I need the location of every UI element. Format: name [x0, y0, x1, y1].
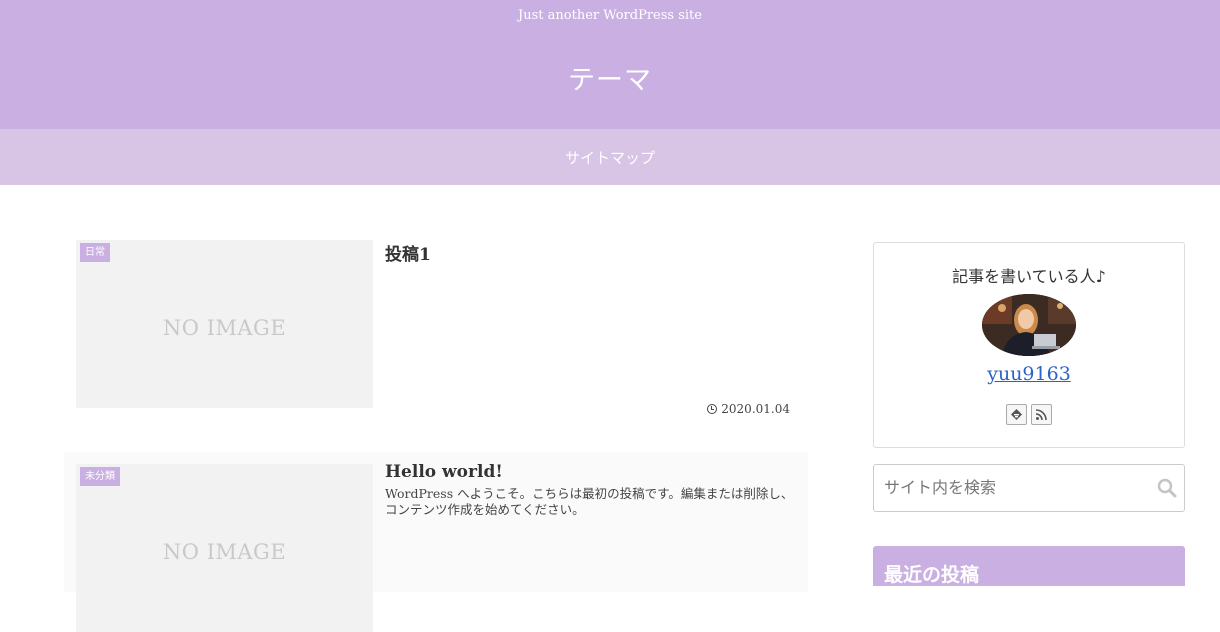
- post-excerpt: WordPress へようこそ。こちらは最初の投稿です。編集または削除し、コンテ…: [385, 486, 794, 517]
- feedly-button[interactable]: [1006, 404, 1027, 425]
- site-tagline: Just another WordPress site: [518, 8, 702, 23]
- global-nav: サイトマップ: [0, 129, 1220, 185]
- category-badge: 日常: [80, 243, 110, 262]
- post-date: 2020.01.04: [707, 402, 790, 416]
- no-image-placeholder: NO IMAGE: [162, 540, 287, 564]
- rss-icon: [1035, 409, 1047, 421]
- search-widget: [873, 464, 1185, 512]
- search-button[interactable]: [1156, 477, 1178, 499]
- widget-title-text: 最近の投稿: [884, 564, 980, 586]
- site-header: Just another WordPress site テーマ: [0, 0, 1220, 129]
- post-card[interactable]: NO IMAGE 日常 投稿1 2020.01.04: [64, 240, 808, 428]
- post-title[interactable]: Hello world!: [385, 462, 503, 482]
- search-icon: [1157, 478, 1177, 498]
- nav-item-sitemap[interactable]: サイトマップ: [0, 147, 1220, 168]
- recent-posts-widget-title: 最近の投稿: [873, 546, 1185, 586]
- no-image-placeholder: NO IMAGE: [162, 316, 287, 340]
- post-thumbnail[interactable]: NO IMAGE 日常: [76, 240, 373, 408]
- avatar-image: [982, 294, 1076, 356]
- post-date-text: 2020.01.04: [721, 402, 790, 416]
- post-thumbnail[interactable]: NO IMAGE 未分類: [76, 464, 373, 632]
- post-title[interactable]: 投稿1: [385, 240, 431, 265]
- author-social-links: [874, 404, 1184, 425]
- rss-button[interactable]: [1031, 404, 1052, 425]
- search-input[interactable]: [874, 465, 1144, 509]
- author-name-link[interactable]: yuu9163: [874, 363, 1184, 385]
- post-card[interactable]: NO IMAGE 未分類 Hello world! WordPress へようこ…: [64, 452, 808, 632]
- author-widget: 記事を書いている人♪ yuu9163: [873, 242, 1185, 448]
- category-badge: 未分類: [80, 467, 120, 486]
- avatar: [982, 294, 1076, 356]
- site-title[interactable]: テーマ: [0, 58, 1220, 97]
- feedly-icon: [1011, 409, 1022, 420]
- author-widget-heading: 記事を書いている人♪: [952, 267, 1106, 286]
- clock-icon: [707, 404, 718, 414]
